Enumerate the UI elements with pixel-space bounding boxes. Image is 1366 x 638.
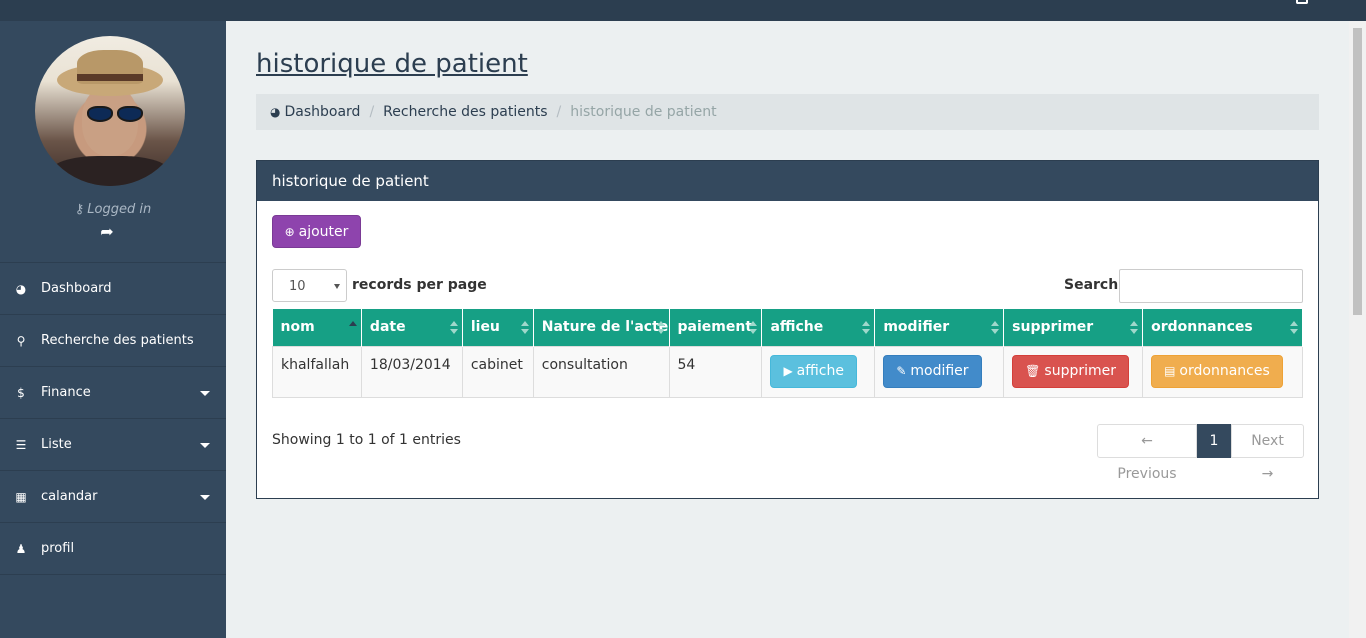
breadcrumb-recherche[interactable]: Recherche des patients [383, 104, 547, 120]
cell-modifier: ✎ modifier [874, 345, 1005, 398]
breadcrumb-separator: / [556, 104, 562, 120]
cell-nom: khalfallah [272, 345, 362, 398]
records-per-page-select[interactable]: 10 [272, 269, 347, 302]
chevron-down-icon [200, 443, 210, 448]
column-header-nature[interactable]: Nature de l'acte [533, 309, 670, 346]
cell-nature: consultation [532, 345, 670, 398]
cell-lieu: cabinet [461, 345, 534, 398]
page-1-button[interactable]: 1 [1197, 424, 1231, 458]
cell-affiche: ▶ affiche [761, 345, 876, 398]
records-per-page-label: records per page [352, 277, 487, 293]
user-menu-icon[interactable] [1296, 0, 1308, 4]
calendar-icon: ▦ [15, 489, 27, 504]
cell-paiement: 54 [668, 345, 763, 398]
chevron-down-icon [200, 391, 210, 396]
dashboard-icon: ◕ [270, 105, 281, 119]
column-header-paiement[interactable]: paiement [669, 309, 763, 346]
sidebar-item-label: Recherche des patients [41, 333, 194, 348]
sort-icon [656, 321, 665, 335]
play-square-icon: ▶ [783, 364, 793, 378]
scrollbar[interactable] [1349, 21, 1366, 638]
sidebar-item-label: calandar [41, 489, 98, 504]
edit-icon: ✎ [896, 364, 907, 378]
history-table: nom date lieu Nature de l'acte paiement … [272, 309, 1303, 398]
sidebar-item-label: profil [41, 541, 75, 556]
dashboard-icon: ◕ [15, 281, 27, 296]
column-header-lieu[interactable]: lieu [462, 309, 534, 346]
scrollbar-thumb[interactable] [1353, 28, 1362, 315]
dollar-icon: $ [17, 385, 25, 400]
sidebar-item-liste[interactable]: ☰ Liste [0, 419, 226, 471]
column-header-date[interactable]: date [361, 309, 463, 346]
breadcrumb: ◕ Dashboard / Recherche des patients / h… [256, 94, 1319, 130]
panel-heading: historique de patient [257, 161, 1318, 201]
sidebar-item-calandar[interactable]: ▦ calandar [0, 471, 226, 523]
sidebar-item-recherche[interactable]: ⚲ Recherche des patients [0, 315, 226, 367]
supprimer-button[interactable]: 🗑 supprimer [1012, 354, 1129, 388]
column-header-modifier[interactable]: modifier [874, 309, 1005, 346]
cell-date: 18/03/2014 [360, 345, 463, 398]
sort-icon [991, 321, 1000, 335]
affiche-button[interactable]: ▶ affiche [770, 354, 857, 388]
table-info: Showing 1 to 1 of 1 entries [272, 432, 461, 448]
column-header-nom[interactable]: nom [272, 309, 362, 346]
file-icon: ▤ [1164, 364, 1176, 378]
sort-icon [449, 321, 458, 335]
breadcrumb-dashboard[interactable]: Dashboard [284, 104, 360, 120]
login-status: ⚷ Logged in [74, 202, 152, 217]
list-icon: ☰ [15, 437, 27, 452]
cell-supprimer: 🗑 supprimer [1003, 345, 1144, 398]
sidebar-item-label: Liste [41, 437, 72, 452]
next-page-button[interactable]: Next → [1231, 424, 1304, 482]
sort-icon [1130, 321, 1139, 335]
sort-icon [520, 321, 529, 335]
chevron-down-icon [334, 284, 340, 289]
sidebar-item-finance[interactable]: $ Finance [0, 367, 226, 419]
user-icon: ♟ [15, 541, 27, 556]
previous-page-button[interactable]: ← Previous [1097, 424, 1197, 482]
search-input[interactable] [1119, 269, 1303, 303]
search-label: Search: [1064, 277, 1124, 293]
key-icon: ⚷ [74, 202, 85, 217]
chevron-down-icon [200, 495, 210, 500]
column-header-supprimer[interactable]: supprimer [1003, 309, 1144, 346]
sort-icon [1290, 321, 1298, 335]
sidebar: ⚷ Logged in ➦ ◕ Dashboard ⚲ Recherche des… [0, 21, 226, 638]
page-title: historique de patient [256, 49, 528, 79]
trash-icon: 🗑 [1025, 364, 1041, 378]
sidebar-item-dashboard[interactable]: ◕ Dashboard [0, 263, 226, 315]
logout-icon[interactable]: ➦ [98, 224, 116, 240]
top-bar [0, 0, 1366, 21]
add-button[interactable]: ⊕ ajouter [272, 215, 361, 248]
search-icon: ⚲ [16, 333, 26, 348]
sort-icon [862, 321, 871, 335]
ordonnances-button[interactable]: ▤ ordonnances [1151, 354, 1283, 388]
breadcrumb-separator: / [369, 104, 375, 120]
sort-icon [749, 321, 758, 335]
breadcrumb-current: historique de patient [570, 104, 717, 120]
column-header-affiche[interactable]: affiche [761, 309, 876, 346]
sidebar-item-label: Dashboard [41, 281, 112, 296]
sidebar-menu: ◕ Dashboard ⚲ Recherche des patients $ F… [0, 262, 226, 575]
column-header-ordonnances[interactable]: ordonnances [1142, 309, 1303, 346]
plus-circle-icon: ⊕ [284, 224, 295, 239]
history-panel: historique de patient ⊕ ajouter 10 recor… [256, 160, 1319, 499]
modifier-button[interactable]: ✎ modifier [883, 354, 982, 388]
cell-ordonnances: ▤ ordonnances [1142, 345, 1303, 398]
avatar [35, 36, 185, 186]
sidebar-item-label: Finance [41, 385, 91, 400]
sort-asc-icon [348, 321, 357, 335]
pagination: ← Previous 1 Next → [1097, 424, 1304, 482]
sidebar-item-profil[interactable]: ♟ profil [0, 523, 226, 575]
table-row: khalfallah 18/03/2014 cabinet consultati… [272, 345, 1303, 398]
